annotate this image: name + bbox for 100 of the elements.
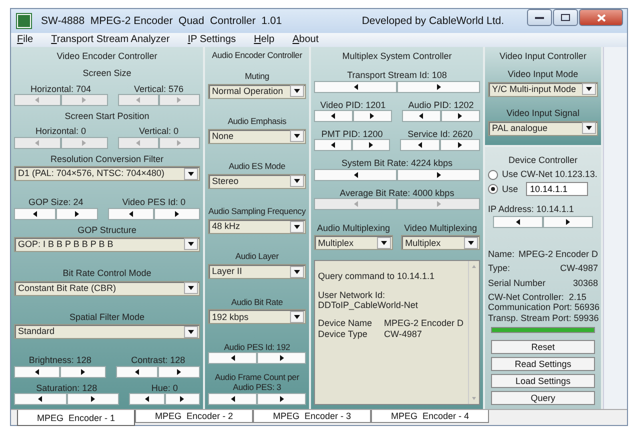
decrement-button[interactable] — [400, 139, 440, 152]
dropdown[interactable]: Y/C Multi-input Mode — [488, 82, 598, 97]
caret-icon — [294, 89, 300, 94]
value-label: Audio Frame Count per Audio PES: 3 — [214, 373, 300, 393]
action-button[interactable]: Load Settings — [491, 374, 595, 388]
dropdown-arrow-button[interactable] — [290, 175, 304, 188]
decrement-button[interactable] — [402, 110, 441, 122]
caret-icon — [381, 240, 388, 245]
dropdown-arrow-button[interactable] — [464, 236, 478, 249]
left-arrow-icon — [35, 368, 40, 375]
value-label: System Bit Rate: 4224 kbps — [340, 158, 454, 169]
increment-button[interactable] — [440, 110, 480, 122]
encoder-tab[interactable]: MPEG Encoder - 1 — [17, 410, 135, 426]
dropdown[interactable]: None — [208, 128, 306, 144]
menu-item[interactable]: Help — [248, 34, 286, 46]
dropdown-arrow-button[interactable] — [184, 326, 198, 338]
right-arrow-icon — [82, 140, 86, 146]
dropdown-arrow-button[interactable] — [290, 310, 304, 323]
encoder-tab[interactable]: MPEG Encoder - 3 — [253, 410, 371, 423]
log-line: DDToIP_CableWorld-Net — [318, 300, 419, 310]
dropdown[interactable]: Layer II — [208, 264, 306, 280]
maximize-button[interactable] — [553, 9, 578, 26]
info-label: Serial Number — [488, 278, 546, 288]
status-text: Communication Port: 56936 — [488, 302, 598, 313]
increment-button[interactable] — [164, 393, 200, 405]
menu-item[interactable]: IP Settings — [182, 34, 248, 46]
increment-button[interactable] — [352, 110, 392, 122]
value-label: Audio PES Id: 192 — [222, 342, 292, 352]
right-arrow-icon — [436, 172, 440, 178]
dropdown-arrow-button[interactable] — [290, 220, 304, 232]
value-label: Service Id: 2620 — [406, 129, 474, 140]
encoder-tab[interactable]: MPEG Encoder - 4 — [371, 410, 489, 423]
caret-icon — [294, 314, 300, 319]
caret-icon — [188, 242, 194, 246]
caret-icon — [188, 286, 194, 290]
log-value: MPEG-2 Encoder D — [384, 318, 464, 329]
app-icon — [17, 14, 31, 28]
left-arrow-icon — [331, 113, 336, 120]
dropdown-arrow-button[interactable] — [582, 122, 596, 134]
dropdown[interactable]: PAL analogue — [488, 120, 598, 136]
value-label: PMT PID: 1200 — [320, 129, 384, 140]
radio-button[interactable] — [488, 184, 498, 194]
minimize-button[interactable] — [527, 9, 552, 26]
dropdown-arrow-button[interactable] — [290, 130, 304, 142]
action-button[interactable]: Reset — [491, 340, 595, 354]
decrement-button[interactable] — [129, 393, 165, 405]
menu-item[interactable]: File — [11, 34, 46, 46]
decrement-button[interactable] — [14, 208, 56, 220]
field-label: Muting — [244, 72, 270, 82]
dropdown[interactable]: Normal Operation — [208, 84, 306, 99]
dropdown[interactable]: Constant Bit Rate (CBR) — [14, 280, 200, 296]
caret-icon — [586, 126, 592, 130]
dropdown[interactable]: 192 kbps — [208, 309, 306, 324]
dropdown-arrow-button[interactable] — [290, 85, 304, 98]
right-arrow-icon — [436, 201, 440, 208]
dropdown[interactable]: Multiplex — [314, 235, 394, 250]
increment-button[interactable] — [352, 139, 390, 152]
menu-item[interactable]: Transport Stream Analyzer — [45, 34, 182, 46]
dropdown[interactable]: Standard — [14, 324, 200, 340]
dropdown[interactable]: GOP: I B B P B B P B B — [14, 236, 200, 252]
dropdown-arrow-button[interactable] — [377, 236, 392, 249]
left-arrow-icon — [354, 172, 358, 178]
dropdown[interactable]: D1 (PAL: 704×576, NTSC: 704×480) — [14, 166, 200, 182]
radio-option[interactable]: Use CW-Net 10.123.13. — [488, 169, 598, 180]
menu-item[interactable]: About — [286, 34, 331, 46]
value-label: Brightness: 128 — [28, 355, 92, 366]
right-arrow-icon — [458, 142, 462, 148]
dropdown[interactable]: Multiplex — [401, 235, 480, 250]
dropdown-arrow-button[interactable] — [582, 83, 596, 96]
dropdown[interactable]: 48 kHz — [208, 219, 306, 234]
info-value: 30368 — [572, 278, 598, 288]
dropdown-arrow-button[interactable] — [184, 168, 198, 180]
caret-icon — [188, 330, 194, 334]
right-arrow-icon — [74, 210, 79, 217]
right-arrow-icon — [369, 142, 374, 148]
status-text: CW-Net Controller: 2.15 — [488, 292, 588, 302]
action-button[interactable]: Query — [491, 391, 595, 405]
increment-button[interactable] — [440, 139, 480, 152]
field-label: Audio Emphasis — [226, 116, 288, 127]
dropdown-arrow-button[interactable] — [290, 266, 304, 278]
value-label: Contrast: 128 — [130, 355, 186, 366]
dropdown[interactable]: Stereo — [208, 174, 306, 189]
radio-button[interactable] — [488, 170, 498, 180]
encoder-tab[interactable]: MPEG Encoder - 2 — [135, 410, 253, 423]
dropdown-arrow-button[interactable] — [184, 282, 198, 294]
ip-input-field[interactable]: 10.14.1.1 — [526, 182, 588, 196]
dropdown-arrow-button[interactable] — [184, 238, 198, 250]
decrement-button[interactable] — [116, 366, 158, 378]
field-label: Audio ES Mode — [228, 162, 286, 172]
radio-option[interactable]: Use — [488, 184, 518, 194]
decrement-button[interactable] — [314, 110, 353, 122]
close-button[interactable] — [579, 9, 623, 26]
action-button[interactable]: Read Settings — [491, 357, 595, 371]
panel-title: Video Encoder Controller — [56, 51, 158, 62]
value-label: GOP Size: 24 — [27, 197, 84, 208]
log-value: CW-4987 — [384, 328, 423, 340]
left-arrow-icon — [136, 97, 140, 104]
decrement-button[interactable] — [314, 139, 352, 152]
increment-button[interactable] — [56, 208, 98, 220]
increment-button[interactable] — [158, 366, 200, 378]
